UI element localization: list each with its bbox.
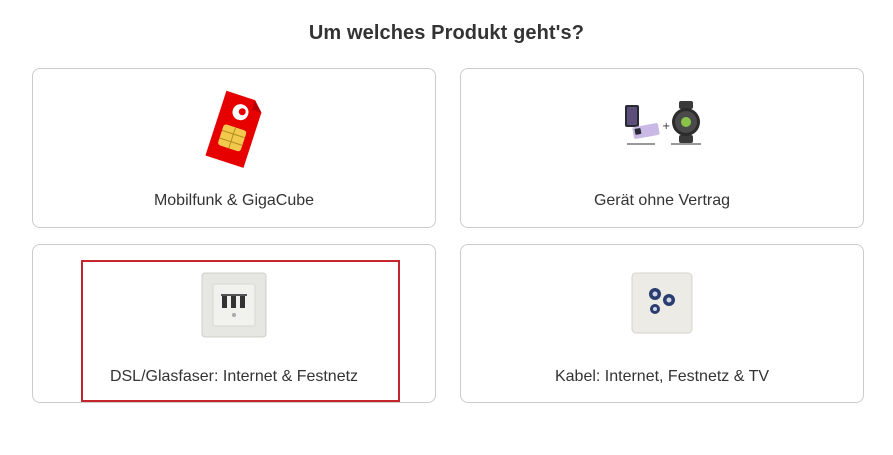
option-card-dsl[interactable]: DSL/Glasfaser: Internet & Festnetz <box>32 244 436 403</box>
coax-socket-icon <box>631 272 693 334</box>
page-title: Um welches Produkt geht's? <box>308 22 585 44</box>
option-label: Gerät ohne Vertrag <box>593 192 731 209</box>
option-label: Kabel: Internet, Festnetz & TV <box>554 368 770 385</box>
phone-socket-icon <box>201 272 267 338</box>
option-card-geraet[interactable]: + Gerät ohne Vertrag <box>460 68 864 228</box>
option-card-kabel[interactable]: Kabel: Internet, Festnetz & TV <box>460 244 864 403</box>
option-label: Mobilfunk & GigaCube <box>153 192 315 209</box>
option-card-mobilfunk[interactable]: Mobilfunk & GigaCube <box>32 68 436 228</box>
sim-card-icon <box>203 89 265 169</box>
foldable-phone-and-smartwatch-icon: + <box>621 101 705 149</box>
option-label: DSL/Glasfaser: Internet & Festnetz <box>109 368 359 385</box>
svg-text:+: + <box>662 121 670 132</box>
